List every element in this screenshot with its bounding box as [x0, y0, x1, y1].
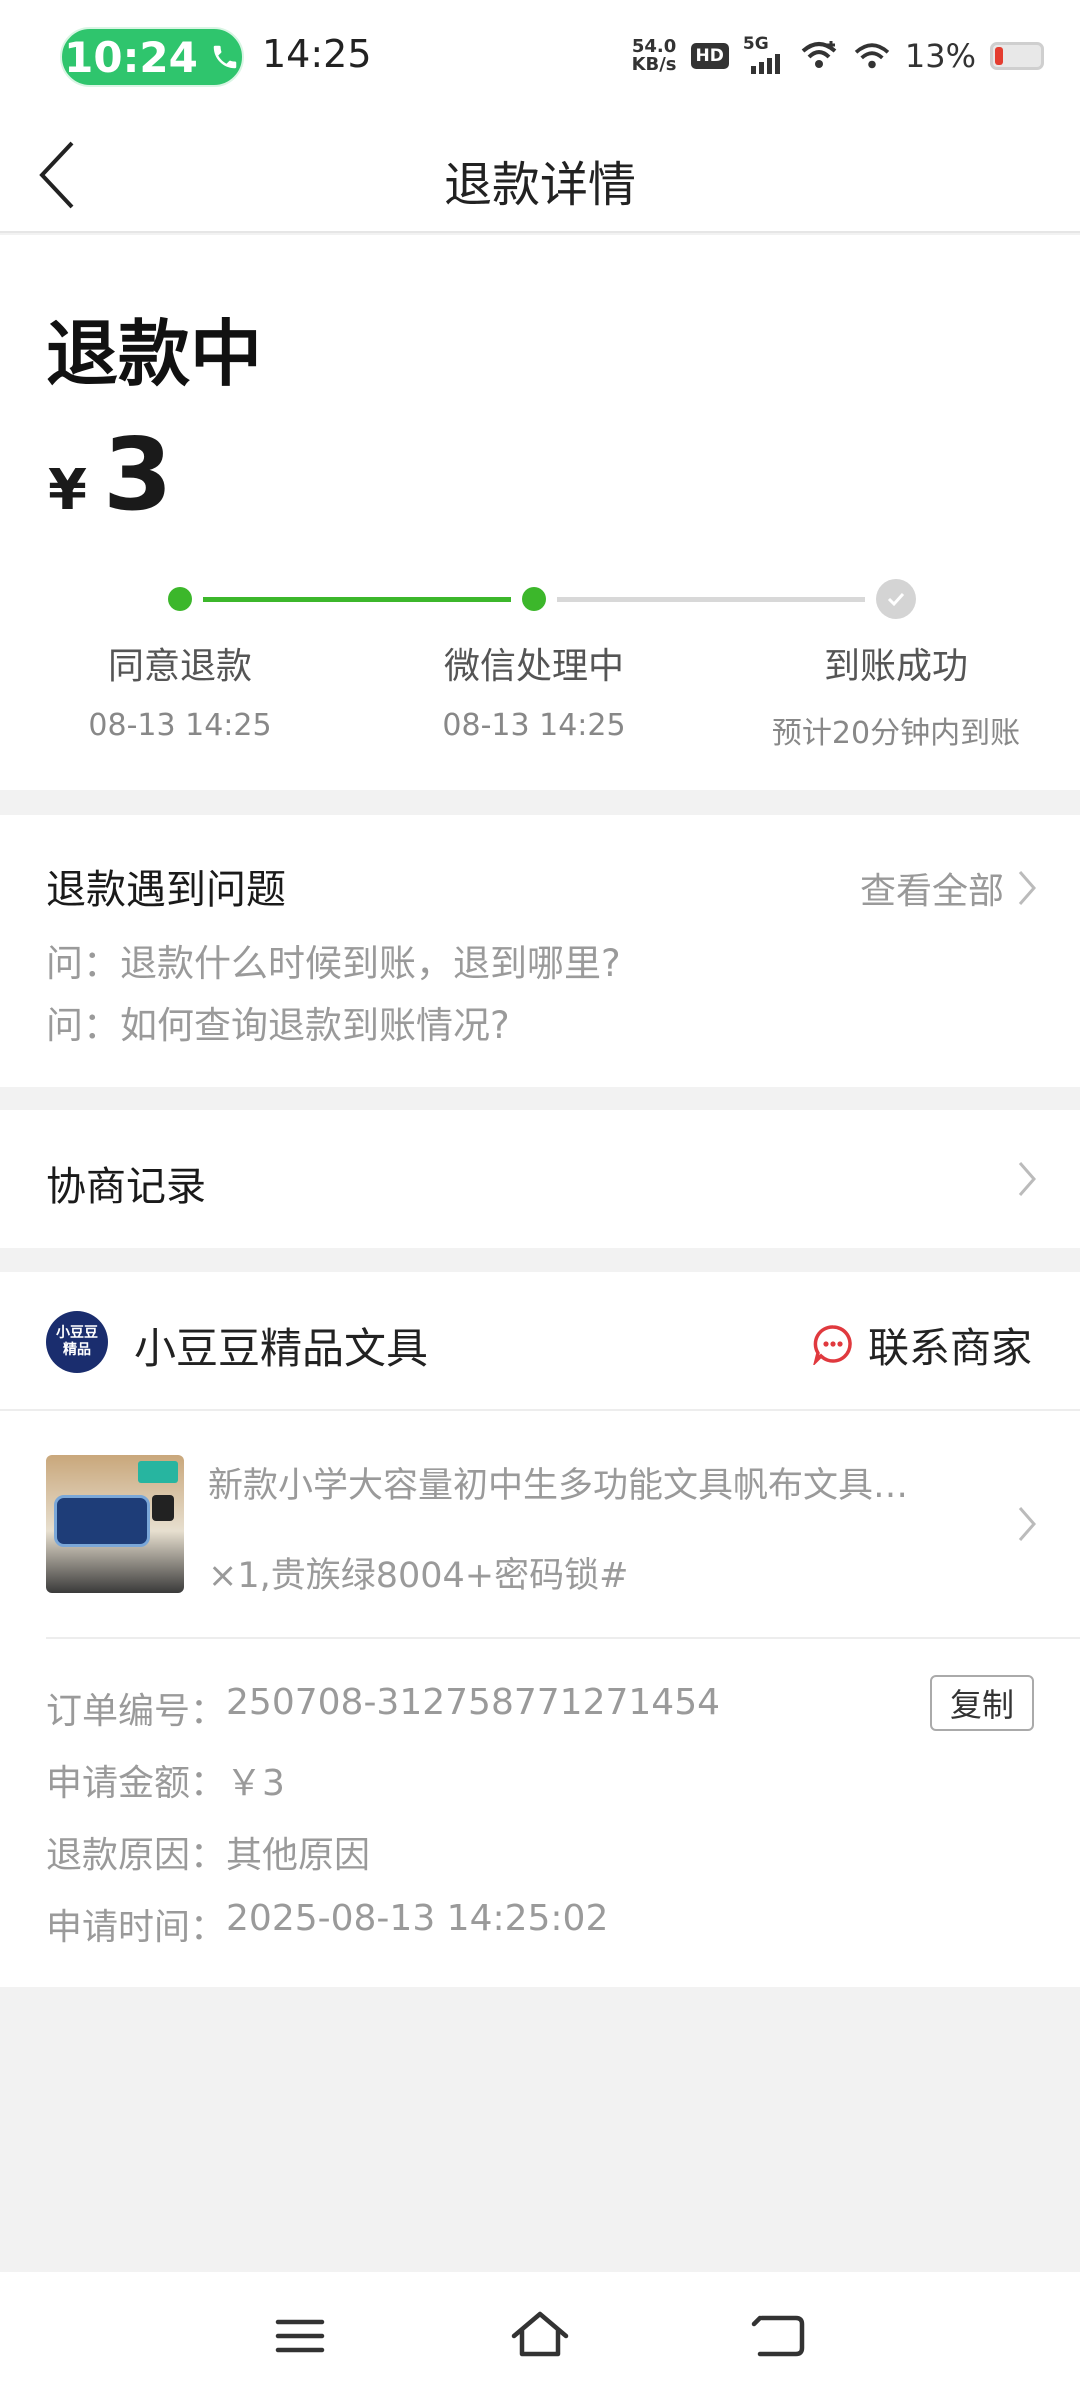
chevron-right-icon	[1018, 1162, 1036, 1196]
menu-button[interactable]	[268, 2304, 332, 2368]
step-3-check	[876, 579, 916, 619]
wifi-icon	[854, 43, 890, 69]
ongoing-call-pill[interactable]: 10:24	[60, 27, 244, 87]
wifi-plus-icon	[801, 41, 837, 68]
apply-amount-value: ￥3	[226, 1763, 285, 1804]
negotiation-record-row[interactable]: 协商记录	[0, 1110, 1080, 1248]
merchant-card: 小豆豆 精品 小豆豆精品文具 联系商家 新款小学大容量初中生多功能文具帆布文具……	[0, 1272, 1080, 1987]
check-icon	[887, 592, 905, 607]
step-1-label: 同意退款	[107, 646, 252, 687]
product-spec: ×1,贵族绿8004+密码锁#	[208, 1556, 629, 1596]
apply-amount-label: 申请金额：	[46, 1763, 227, 1804]
copy-button[interactable]: 复制	[930, 1675, 1034, 1731]
progress-line-done	[203, 597, 511, 602]
order-number-label: 订单编号：	[46, 1691, 227, 1732]
clock: 14:25	[262, 32, 372, 76]
contact-merchant-label: 联系商家	[868, 1324, 1032, 1372]
network-speed: 54.0 KB/s	[631, 36, 677, 75]
step-1-dot	[168, 587, 192, 611]
refund-reason-label: 退款原因：	[46, 1835, 227, 1876]
order-number-value: 250708-312758771271454	[226, 1682, 720, 1723]
refund-reason-row: 退款原因： 其他原因	[46, 1826, 370, 1878]
step-2-dot	[522, 587, 546, 611]
home-button[interactable]	[508, 2304, 572, 2368]
apply-time-label: 申请时间：	[46, 1907, 227, 1948]
product-image	[46, 1455, 184, 1593]
negotiation-title: 协商记录	[46, 1164, 206, 1210]
nav-header: 退款详情	[0, 115, 1080, 233]
battery-icon	[990, 42, 1044, 70]
view-all-link[interactable]: 查看全部	[860, 862, 1038, 914]
currency-symbol: ¥	[48, 458, 87, 523]
progress-line-pending	[557, 597, 865, 602]
system-nav-bar	[0, 2272, 1080, 2400]
refund-status: 退款中	[46, 312, 263, 396]
hd-icon: HD	[690, 43, 729, 69]
step-3-time: 预计20分钟内到账	[771, 716, 1021, 751]
refund-reason-value: 其他原因	[226, 1835, 371, 1876]
step-1-time: 08-13 14:25	[88, 708, 272, 743]
contact-merchant-button[interactable]: 联系商家	[812, 1314, 1032, 1374]
faq-item[interactable]: 问：如何查询退款到账情况?	[46, 995, 510, 1049]
home-icon	[511, 2311, 569, 2357]
apply-time-value: 2025-08-13 14:25:02	[226, 1898, 609, 1939]
shop-avatar[interactable]: 小豆豆 精品	[46, 1311, 108, 1373]
problems-title: 退款遇到问题	[46, 867, 286, 913]
back-nav-button[interactable]	[748, 2304, 812, 2368]
apply-amount-row: 申请金额： ￥3	[46, 1754, 285, 1806]
chat-bubble-icon	[813, 1325, 852, 1365]
chevron-right-icon	[1018, 1507, 1036, 1541]
battery-percentage: 13%	[904, 37, 976, 75]
product-title: 新款小学大容量初中生多功能文具帆布文具…	[208, 1466, 909, 1506]
return-icon	[751, 2315, 805, 2357]
page-title: 退款详情	[443, 157, 636, 213]
phone-icon	[213, 45, 237, 69]
chevron-right-icon	[1018, 871, 1036, 905]
amount-value: 3	[102, 416, 173, 533]
shop-name[interactable]: 小豆豆精品文具	[134, 1315, 428, 1376]
apply-time-row: 申请时间： 2025-08-13 14:25:02	[46, 1898, 608, 1950]
refund-status-card: 退款中 ¥ 3	[0, 235, 1080, 790]
step-2-label: 微信处理中	[443, 646, 624, 687]
step-2-time: 08-13 14:25	[442, 708, 626, 743]
order-number-row: 订单编号： 250708-312758771271454	[46, 1682, 720, 1734]
divider	[0, 1409, 1080, 1411]
call-time: 10:24	[64, 32, 198, 82]
cellular-signal-icon: 5G	[743, 34, 785, 74]
menu-icon	[275, 2319, 325, 2353]
refund-amount: ¥ 3	[48, 425, 173, 525]
divider	[46, 1637, 1080, 1639]
view-all-label: 查看全部	[859, 871, 1004, 912]
refund-problems-card: 退款遇到问题 查看全部 问：退款什么时候到账，退到哪里? 问：如何查询退款到账情…	[0, 815, 1080, 1087]
faq-item[interactable]: 问：退款什么时候到账，退到哪里?	[46, 933, 621, 987]
step-3-label: 到账成功	[823, 646, 968, 687]
status-bar: 10:24 14:25 54.0 KB/s HD 5G 13%	[0, 0, 1080, 115]
